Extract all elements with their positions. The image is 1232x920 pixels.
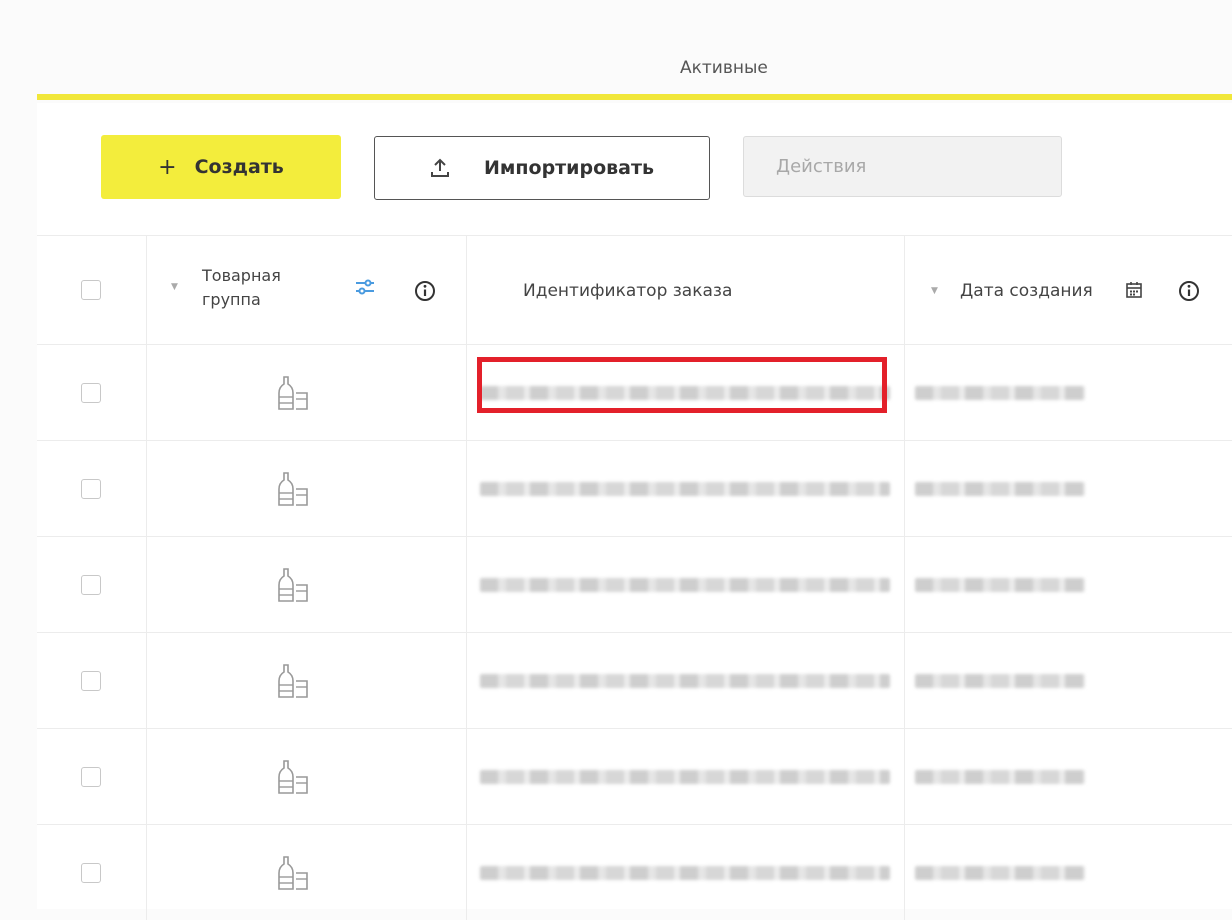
- calendar-icon[interactable]: [1124, 280, 1144, 300]
- info-icon[interactable]: [1178, 280, 1200, 302]
- row-order-id[interactable]: [467, 537, 905, 632]
- table-row[interactable]: [37, 728, 1232, 824]
- row-checkbox[interactable]: [81, 382, 101, 403]
- column-label-created-date: Дата создания: [960, 281, 1093, 301]
- orders-table: ▼ Товарная группа Идентификатор заказа ▼…: [37, 235, 1232, 920]
- row-created-date: [905, 633, 1232, 728]
- order-id-redacted: [480, 865, 890, 880]
- sort-arrow-icon[interactable]: ▼: [171, 282, 178, 292]
- row-checkbox-cell: [37, 345, 147, 440]
- tab-active[interactable]: Активные: [680, 58, 768, 78]
- row-product-group: [147, 633, 467, 728]
- order-id-redacted: [480, 481, 890, 496]
- row-order-id[interactable]: [467, 441, 905, 536]
- row-created-date: [905, 345, 1232, 440]
- row-checkbox-cell: [37, 633, 147, 728]
- column-label-order-id: Идентификатор заказа: [523, 281, 733, 301]
- create-button[interactable]: + Создать: [101, 135, 341, 199]
- row-created-date: [905, 537, 1232, 632]
- row-created-date: [905, 441, 1232, 536]
- created-date-redacted: [915, 577, 1085, 592]
- table-header-row: ▼ Товарная группа Идентификатор заказа ▼…: [37, 235, 1232, 344]
- upload-icon: [430, 158, 449, 177]
- import-button[interactable]: Импортировать: [374, 136, 710, 200]
- row-order-id[interactable]: [467, 633, 905, 728]
- row-created-date: [905, 729, 1232, 824]
- actions-select[interactable]: Действия: [743, 136, 1062, 197]
- order-id-redacted: [480, 577, 890, 592]
- row-product-group: [147, 825, 467, 920]
- row-checkbox-cell: [37, 729, 147, 824]
- table-row[interactable]: [37, 440, 1232, 536]
- import-button-label: Импортировать: [483, 157, 655, 179]
- order-id-redacted: [480, 673, 890, 688]
- order-id-redacted: [480, 769, 890, 784]
- row-checkbox[interactable]: [81, 670, 101, 691]
- bottle-icon: [278, 567, 308, 602]
- bottle-icon: [278, 759, 308, 794]
- header-product-group[interactable]: ▼ Товарная группа: [147, 236, 467, 344]
- row-product-group: [147, 729, 467, 824]
- bottle-icon: [278, 663, 308, 698]
- row-order-id[interactable]: [467, 729, 905, 824]
- info-icon[interactable]: [414, 280, 436, 302]
- created-date-redacted: [915, 865, 1085, 880]
- bottle-icon: [278, 375, 308, 410]
- header-checkbox-cell: [37, 236, 147, 344]
- row-checkbox-cell: [37, 537, 147, 632]
- created-date-redacted: [915, 673, 1085, 688]
- toolbar: + Создать Импортировать Действия: [37, 103, 1232, 235]
- row-checkbox[interactable]: [81, 766, 101, 787]
- row-checkbox[interactable]: [81, 478, 101, 499]
- table-row[interactable]: [37, 632, 1232, 728]
- select-all-checkbox[interactable]: [81, 280, 101, 300]
- bottle-icon: [278, 471, 308, 506]
- table-body: [37, 344, 1232, 920]
- create-button-label: Создать: [194, 156, 284, 178]
- created-date-redacted: [915, 769, 1085, 784]
- highlight-box: [477, 357, 887, 413]
- row-created-date: [905, 825, 1232, 920]
- row-checkbox[interactable]: [81, 574, 101, 595]
- plus-icon: +: [158, 154, 177, 180]
- table-row[interactable]: [37, 536, 1232, 632]
- row-checkbox-cell: [37, 825, 147, 920]
- row-product-group: [147, 537, 467, 632]
- header-order-id[interactable]: Идентификатор заказа: [467, 236, 905, 344]
- tab-bar: Активные: [37, 0, 1232, 103]
- sort-arrow-icon[interactable]: ▼: [931, 286, 938, 296]
- row-product-group: [147, 345, 467, 440]
- actions-select-placeholder: Действия: [776, 156, 867, 177]
- row-checkbox[interactable]: [81, 862, 101, 883]
- bottle-icon: [278, 855, 308, 890]
- filter-icon[interactable]: [353, 277, 377, 297]
- row-order-id[interactable]: [467, 825, 905, 920]
- row-checkbox-cell: [37, 441, 147, 536]
- header-created-date[interactable]: ▼ Дата создания: [905, 236, 1232, 344]
- created-date-redacted: [915, 385, 1085, 400]
- column-label-product-group: Товарная группа: [202, 266, 281, 309]
- table-row[interactable]: [37, 824, 1232, 920]
- row-product-group: [147, 441, 467, 536]
- created-date-redacted: [915, 481, 1085, 496]
- tab-active-underline: [37, 94, 1232, 100]
